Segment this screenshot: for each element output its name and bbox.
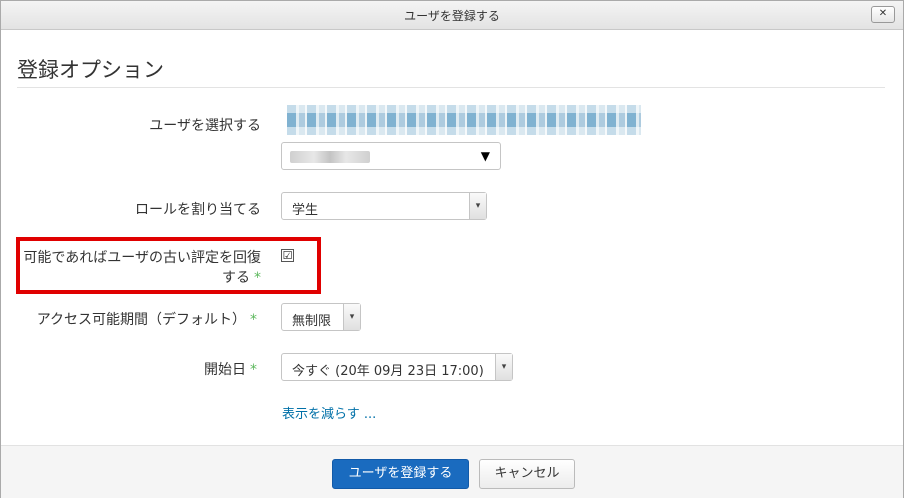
close-icon[interactable]: ✕ xyxy=(871,6,895,23)
user-search-value-redacted xyxy=(290,151,370,163)
start-date-select-value: 今すぐ (20年 09月 23日 17:00) xyxy=(292,364,484,379)
dialog-title: ユーザを登録する xyxy=(404,9,500,23)
required-icon: * xyxy=(250,362,257,378)
enrol-users-button[interactable]: ユーザを登録する xyxy=(332,459,469,489)
role-label: ロールを割り当てる xyxy=(135,202,261,218)
cancel-button[interactable]: キャンセル xyxy=(479,459,575,489)
dialog-footer: ユーザを登録する キャンセル xyxy=(1,445,903,498)
enrol-users-dialog: ユーザを登録する ✕ 登録オプション ユーザを選択する ▼ ロールを割り当てる … xyxy=(0,0,904,498)
start-date-label-text: 開始日 xyxy=(204,362,246,378)
duration-select[interactable]: 無制限 ▾ xyxy=(281,303,361,331)
role-select[interactable]: 学生 ▾ xyxy=(281,192,487,220)
chevron-down-icon: ▾ xyxy=(495,354,512,380)
start-date-select[interactable]: 今すぐ (20年 09月 23日 17:00) ▾ xyxy=(281,353,513,381)
chevron-down-icon: ▾ xyxy=(343,304,360,330)
duration-label: アクセス可能期間（デフォルト） * xyxy=(11,309,257,329)
duration-select-value: 無制限 xyxy=(292,314,332,329)
user-search-select[interactable]: ▼ xyxy=(281,142,501,170)
role-select-value: 学生 xyxy=(292,203,319,218)
duration-label-text: アクセス可能期間（デフォルト） xyxy=(36,312,246,328)
show-less-link[interactable]: 表示を減らす ... xyxy=(282,403,376,422)
annotation-highlight-box xyxy=(16,237,321,294)
section-divider xyxy=(17,87,885,88)
chevron-down-icon: ▾ xyxy=(469,193,486,219)
required-icon: * xyxy=(250,312,257,328)
selected-user-redacted xyxy=(287,105,641,135)
select-user-label: ユーザを選択する xyxy=(149,118,261,134)
start-date-label: 開始日 * xyxy=(11,359,257,379)
dialog-titlebar: ユーザを登録する ✕ xyxy=(1,1,903,30)
dropdown-triangle-icon: ▼ xyxy=(480,149,490,163)
section-title: 登録オプション xyxy=(17,58,164,82)
